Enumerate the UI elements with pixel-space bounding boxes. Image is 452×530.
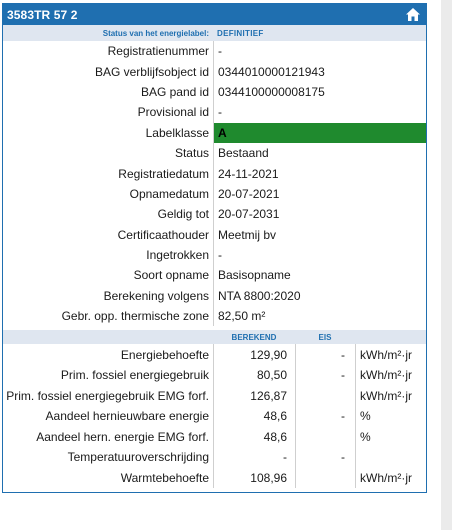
field-label: Registratiedatum [118, 166, 209, 181]
row-label: Prim. fossiel energiegebruik [60, 368, 209, 383]
table-row: Aandeel hernieuwbare energie 48,6-% [3, 405, 426, 427]
eis-cell [295, 385, 355, 406]
field-row: Soort opname Basisopname [3, 265, 426, 286]
field-label: Labelklasse [145, 125, 209, 140]
field-label: Certificaathouder [117, 227, 209, 242]
field-value: 82,50 m² [213, 306, 426, 327]
field-row: Berekening volgens NTA 8800:2020 [3, 285, 426, 307]
table-row: Energiebehoefte 129,90- kWh/m²·jr [3, 344, 426, 365]
status-bar: Status van het energielabel: DEFINITIEF [3, 25, 426, 41]
berekend-cell: 108,96 [213, 467, 295, 488]
field-label: Status [174, 146, 209, 161]
field-value: Basisopname [213, 265, 426, 286]
field-value: Bestaand [213, 142, 426, 164]
berekend-cell: 80,50 [213, 364, 295, 386]
field-value: 0344100000008175 [213, 81, 426, 103]
field-row: Status Bestaand [3, 142, 426, 164]
unit-cell: % [355, 426, 426, 447]
field-value: Meetmij bv [213, 224, 426, 245]
title-bar: 3583TR 57 2 [3, 4, 426, 25]
table-row: Prim. fossiel energiegebruik EMG forf. 12… [3, 385, 426, 406]
unit-cell: % [355, 405, 426, 427]
field-row: Ingetrokken - [3, 244, 426, 266]
field-row: BAG verblijfsobject id 0344010000121943 [3, 61, 426, 82]
field-label: Opnamedatum [129, 186, 209, 201]
fields-list: Registratienummer - BAG verblijfsobject id… [3, 41, 426, 327]
berekend-cell: 48,6 [213, 426, 295, 447]
eis-cell: - [295, 446, 355, 468]
berekend-cell: 48,6 [213, 405, 295, 427]
field-value: - [213, 102, 426, 123]
status-value: DEFINITIEF [217, 28, 264, 38]
row-label: Aandeel hern. energie EMG forf. [36, 429, 209, 444]
field-value: NTA 8800:2020 [213, 285, 426, 307]
header-eis: EIS [318, 332, 332, 342]
field-label: Ingetrokken [146, 248, 209, 263]
row-label: Prim. fossiel energiegebruik EMG forf. [6, 388, 209, 403]
field-row: Opnamedatum 20-07-2021 [3, 183, 426, 205]
eis-cell: - [295, 364, 355, 386]
berekend-cell: - [213, 446, 295, 468]
table-header: BEREKEND EIS [3, 330, 426, 345]
field-value: 20-07-2031 [213, 204, 426, 225]
field-label: Provisional id [137, 105, 209, 120]
field-row: Certificaathouder Meetmij bv [3, 224, 426, 245]
results-table: Energiebehoefte 129,90- kWh/m²·jr Prim. fos… [3, 344, 426, 488]
field-row: Registratiedatum 24-11-2021 [3, 163, 426, 184]
table-row: Aandeel hern. energie EMG forf. 48,6% [3, 426, 426, 447]
address-title: 3583TR 57 2 [7, 7, 78, 22]
field-label: Soort opname [133, 268, 209, 283]
unit-cell [355, 446, 426, 468]
table-row: Prim. fossiel energiegebruik 80,50- kWh/m²… [3, 364, 426, 386]
eis-cell: - [295, 344, 355, 365]
unit-cell: kWh/m²·jr [355, 344, 426, 365]
status-label: Status van het energielabel: [102, 28, 209, 38]
field-row: BAG pand id 0344100000008175 [3, 81, 426, 103]
field-value: 24-11-2021 [213, 163, 426, 184]
row-label: Temperatuuroverschrijding [67, 450, 209, 465]
berekend-cell: 129,90 [213, 344, 295, 365]
header-berekend: BEREKEND [231, 332, 277, 342]
field-value: - [213, 244, 426, 266]
field-label: Geldig tot [157, 207, 209, 222]
field-row: Geldig tot 20-07-2031 [3, 204, 426, 225]
row-label: Energiebehoefte [120, 347, 209, 362]
energielabel-panel: 3583TR 57 2 Status van het energielabel:… [2, 3, 427, 493]
row-label: Aandeel hernieuwbare energie [45, 409, 209, 424]
eis-cell [295, 426, 355, 447]
field-row: Provisional id - [3, 102, 426, 123]
home-icon[interactable] [405, 8, 420, 21]
unit-cell: kWh/m²·jr [355, 467, 426, 488]
field-label: Gebr. opp. thermische zone [61, 309, 209, 324]
field-row: Labelklasse A [3, 122, 426, 143]
eis-cell: - [295, 405, 355, 427]
field-label: Registratienummer [107, 44, 209, 59]
berekend-cell: 126,87 [213, 385, 295, 406]
unit-cell: kWh/m²·jr [355, 385, 426, 406]
table-row: Temperatuuroverschrijding - - [3, 446, 426, 468]
scrollbar[interactable] [441, 0, 452, 530]
field-value: 0344010000121943 [213, 61, 426, 82]
field-label: Berekening volgens [103, 288, 209, 303]
eis-cell [295, 467, 355, 488]
table-row: Warmtebehoefte 108,96 kWh/m²·jr [3, 467, 426, 488]
field-label: BAG pand id [140, 84, 209, 99]
field-row: Registratienummer - [3, 41, 426, 62]
row-label: Warmtebehoefte [120, 470, 209, 485]
unit-cell: kWh/m²·jr [355, 364, 426, 386]
field-value: 20-07-2021 [213, 183, 426, 205]
field-row: Gebr. opp. thermische zone 82,50 m² [3, 306, 426, 327]
field-value: - [213, 41, 426, 62]
field-label: BAG verblijfsobject id [94, 64, 209, 79]
label-class-badge: A [213, 122, 426, 143]
